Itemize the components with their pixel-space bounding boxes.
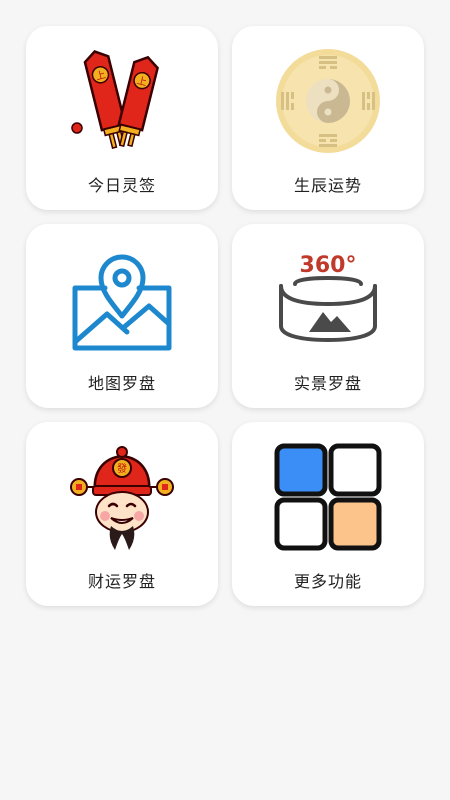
card-birth-fortune[interactable]: 生辰运势 bbox=[232, 26, 424, 210]
fa-character: 發 bbox=[117, 462, 127, 475]
fortune-sticks-icon: 上 上 bbox=[67, 46, 177, 156]
card-map-compass[interactable]: 地图罗盘 bbox=[26, 224, 218, 408]
panorama-360-icon: 360° bbox=[273, 244, 383, 354]
card-live-compass[interactable]: 360° 实景罗盘 bbox=[232, 224, 424, 408]
more-grid-icon bbox=[273, 442, 383, 552]
god-of-wealth-icon: 發 bbox=[67, 442, 177, 552]
card-daily-fortune[interactable]: 上 上 今日灵签 bbox=[26, 26, 218, 210]
card-label: 更多功能 bbox=[293, 572, 362, 591]
card-wealth-compass[interactable]: 發 财运罗盘 bbox=[26, 422, 218, 606]
panorama-360-text: 360° bbox=[300, 253, 357, 278]
card-label: 实景罗盘 bbox=[293, 374, 362, 393]
map-pin-icon bbox=[67, 244, 177, 354]
card-label: 生辰运势 bbox=[293, 176, 362, 195]
card-label: 今日灵签 bbox=[87, 176, 156, 195]
card-label: 地图罗盘 bbox=[87, 374, 156, 393]
card-more-features[interactable]: 更多功能 bbox=[232, 422, 424, 606]
card-label: 财运罗盘 bbox=[87, 572, 156, 591]
bagua-taiji-icon bbox=[273, 46, 383, 156]
